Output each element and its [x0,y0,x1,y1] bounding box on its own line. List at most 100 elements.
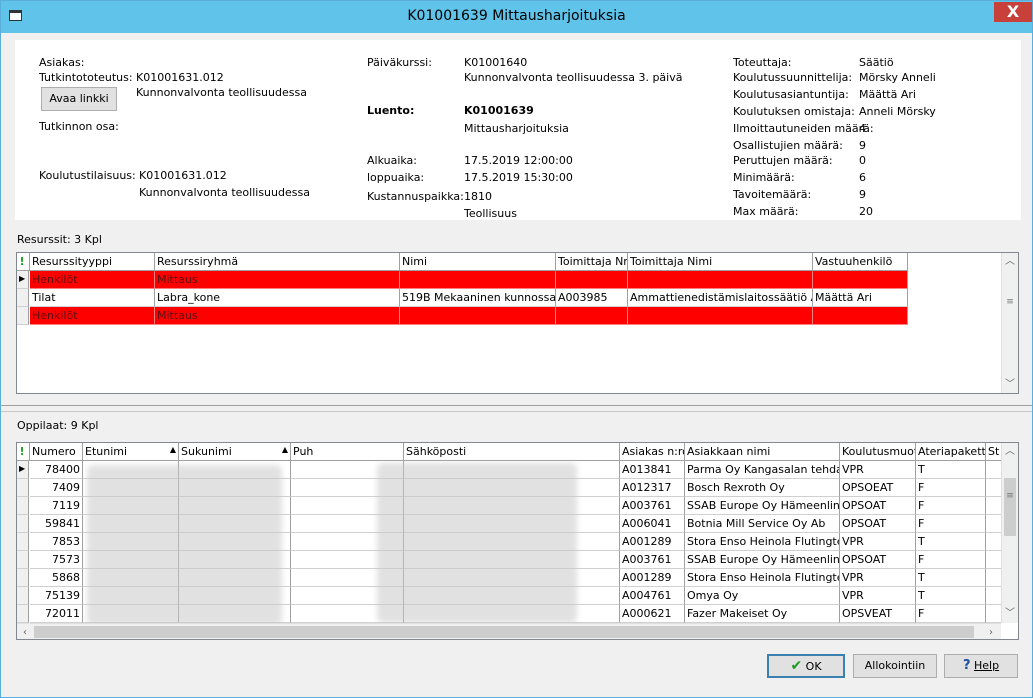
student-cell-customer-no[interactable]: A006041 [620,515,685,533]
student-cell-meal[interactable]: F [916,479,986,497]
resource-cell-supplier-no[interactable] [556,271,628,289]
student-cell-customer-no[interactable]: A000621 [620,605,685,623]
student-cell-number[interactable]: 7409 [30,479,83,497]
student-cell-number[interactable]: 7573 [30,551,83,569]
scroll-down-icon[interactable]: ﹀ [1002,376,1018,393]
resource-cell-supplier-name[interactable]: Ammattienedistämislaitossäätiö AEL sr [628,289,813,307]
resource-cell-name[interactable]: 519B Mekaaninen kunnossapito [400,289,556,307]
student-cell-training-form[interactable]: OPSOEAT [840,479,916,497]
student-cell-customer-no[interactable]: A012317 [620,479,685,497]
students-col-number[interactable]: Numero [30,443,83,461]
student-cell-meal[interactable]: F [916,497,986,515]
students-col-customer-no[interactable]: Asiakas n:ro [620,443,685,461]
student-cell-customer-no[interactable]: A003761 [620,551,685,569]
resource-row[interactable]: Henkilöt Mittaus [17,307,908,325]
student-cell-training-form[interactable]: OPSOAT [840,497,916,515]
resource-cell-supplier-no[interactable] [556,307,628,325]
student-cell-meal[interactable]: T [916,533,986,551]
student-cell-customer-name[interactable]: SSAB Europe Oy Hämeenlinnan [685,551,840,569]
student-cell-customer-no[interactable]: A004761 [620,587,685,605]
students-col-flag[interactable]: ! [17,443,30,461]
resource-row[interactable]: TilatLabra_kone519B Mekaaninen kunnossap… [17,289,908,307]
resource-cell-responsible[interactable]: Määttä Ari [813,289,908,307]
student-cell-meal[interactable]: T [916,569,986,587]
student-cell-number[interactable]: 7119 [30,497,83,515]
student-cell-customer-name[interactable]: Parma Oy Kangasalan tehdas [685,461,840,479]
students-hscrollbar[interactable]: ‹ › [17,623,1001,639]
scroll-down-icon[interactable]: ﹀ [1002,605,1018,622]
student-cell-training-form[interactable]: VPR [840,569,916,587]
students-col-meal[interactable]: Ateriapaketti [916,443,986,461]
student-cell-customer-name[interactable]: Fazer Makeiset Oy [685,605,840,623]
scroll-right-icon[interactable]: › [983,624,999,639]
student-cell-meal[interactable]: T [916,587,986,605]
student-cell-customer-name[interactable]: Botnia Mill Service Oy Ab [685,515,840,533]
resource-cell-name[interactable] [400,307,556,325]
students-col-phone[interactable]: Puh [291,443,404,461]
scroll-up-icon[interactable]: ︿ [1002,443,1018,460]
students-col-training-form[interactable]: Koulutusmuoto [840,443,916,461]
students-col-email[interactable]: Sähköposti [404,443,620,461]
students-col-firstname[interactable]: Etunimi ▲ [83,443,179,461]
open-link-button[interactable]: Avaa linkki [41,87,117,111]
row-selector[interactable] [17,307,29,325]
resource-cell-supplier-name[interactable] [628,271,813,289]
ok-button[interactable]: ✔ OK [767,654,845,678]
resources-col-group[interactable]: Resurssiryhmä [155,253,400,271]
scroll-left-icon[interactable]: ‹ [17,624,33,639]
students-vscrollbar[interactable]: ︿ ≡ ﹀ [1001,443,1018,623]
student-cell-training-form[interactable]: OPSOAT [840,515,916,533]
student-cell-number[interactable]: 72011 [30,605,83,623]
resource-cell-responsible[interactable] [813,307,908,325]
student-cell-meal[interactable]: F [916,515,986,533]
students-grid[interactable]: ! Numero Etunimi ▲ Sukunimi ▲ Puh Sähköpos… [16,442,1019,640]
row-selector[interactable]: ▶ [17,271,29,289]
allocate-button[interactable]: Allokointiin [853,654,937,678]
student-cell-number[interactable]: 7853 [30,533,83,551]
row-selector[interactable] [17,479,29,497]
student-cell-customer-name[interactable]: Stora Enso Heinola Flutingtehda [685,569,840,587]
resource-cell-type[interactable]: Henkilöt [30,271,155,289]
student-cell-meal[interactable]: F [916,551,986,569]
student-cell-customer-no[interactable]: A001289 [620,569,685,587]
close-button[interactable]: X [994,2,1032,22]
student-cell-number[interactable]: 59841 [30,515,83,533]
resource-cell-type[interactable]: Henkilöt [30,307,155,325]
student-cell-training-form[interactable]: VPR [840,461,916,479]
resources-grid[interactable]: ! Resurssityyppi Resurssiryhmä Nimi Toim… [16,252,1019,394]
student-cell-customer-name[interactable]: Omya Oy [685,587,840,605]
student-cell-meal[interactable]: F [916,605,986,623]
resources-col-name[interactable]: Nimi [400,253,556,271]
resource-cell-type[interactable]: Tilat [30,289,155,307]
student-cell-training-form[interactable]: OPSVEAT [840,605,916,623]
hscroll-thumb[interactable] [34,626,974,638]
row-selector[interactable] [17,587,29,605]
resource-cell-group[interactable]: Mittaus [155,307,400,325]
resources-col-supplier-no[interactable]: Toimittaja Nro [556,253,628,271]
student-cell-customer-no[interactable]: A001289 [620,533,685,551]
row-selector[interactable]: ▶ [17,461,29,479]
student-cell-customer-name[interactable]: SSAB Europe Oy Hämeenlinnan [685,497,840,515]
resource-cell-group[interactable]: Labra_kone [155,289,400,307]
row-selector[interactable] [17,497,29,515]
student-cell-customer-name[interactable]: Bosch Rexroth Oy [685,479,840,497]
help-button[interactable]: ? Help [944,654,1018,678]
student-cell-training-form[interactable]: OPSOAT [840,551,916,569]
row-selector[interactable] [17,515,29,533]
resource-row[interactable]: ▶ Henkilöt Mittaus [17,271,908,289]
student-cell-meal[interactable]: T [916,461,986,479]
resources-col-type[interactable]: Resurssityyppi [30,253,155,271]
resource-cell-name[interactable] [400,271,556,289]
resources-col-flag[interactable]: ! [17,253,30,271]
resource-cell-responsible[interactable] [813,271,908,289]
resources-vscrollbar[interactable]: ︿ ≡ ﹀ [1001,253,1018,393]
resources-col-responsible[interactable]: Vastuuhenkilö [813,253,908,271]
student-cell-number[interactable]: 75139 [30,587,83,605]
students-col-customer-name[interactable]: Asiakkaan nimi [685,443,840,461]
row-selector[interactable] [17,569,29,587]
students-col-lastname[interactable]: Sukunimi ▲ [179,443,291,461]
student-cell-customer-name[interactable]: Stora Enso Heinola Flutingtehda [685,533,840,551]
row-selector[interactable] [17,289,29,307]
student-cell-customer-no[interactable]: A013841 [620,461,685,479]
scroll-up-icon[interactable]: ︿ [1002,253,1018,270]
